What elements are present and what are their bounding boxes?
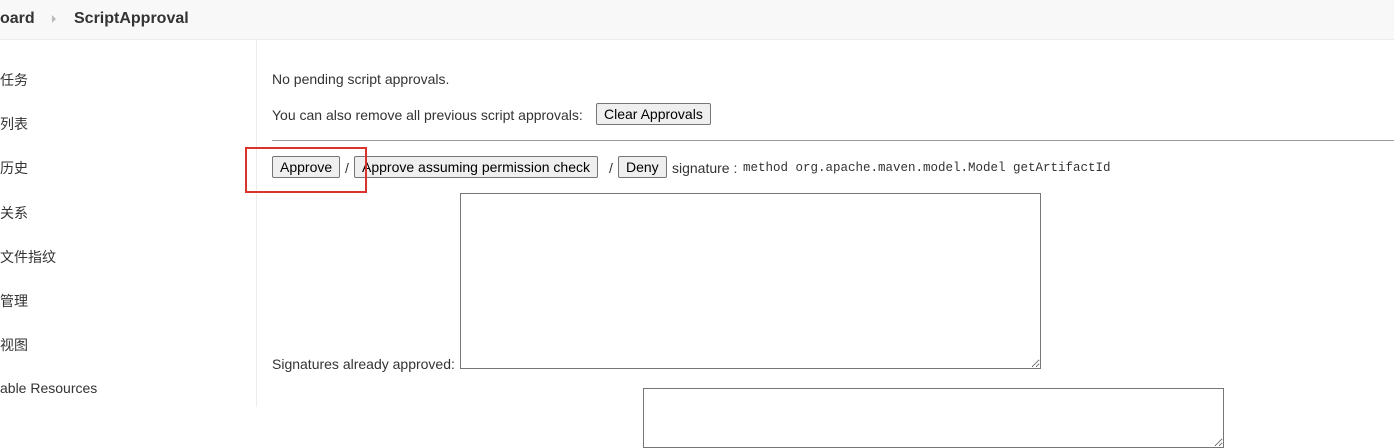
- sidebar-item-tasks[interactable]: 任务: [0, 70, 28, 90]
- sidebar-item-manage[interactable]: 管理: [0, 291, 28, 311]
- sidebar-item-views[interactable]: 视图: [0, 335, 28, 355]
- sidebar-item-resources[interactable]: able Resources: [0, 380, 97, 396]
- remove-approvals-text: You can also remove all previous script …: [272, 107, 583, 123]
- chevron-right-icon: [52, 15, 56, 23]
- clear-approvals-button[interactable]: Clear Approvals: [596, 103, 711, 125]
- signature-label: signature :: [672, 160, 738, 176]
- sidebar-item-relations[interactable]: 关系: [0, 203, 28, 223]
- divider: [272, 140, 1394, 141]
- sidebar-item-history[interactable]: 历史: [0, 158, 28, 178]
- approve-button[interactable]: Approve: [272, 156, 341, 178]
- signatures-approved-label: Signatures already approved:: [272, 356, 455, 372]
- approved-signatures-textarea[interactable]: [460, 193, 1041, 369]
- approve-assuming-permission-button[interactable]: Approve assuming permission check: [354, 156, 598, 178]
- separator-slash: /: [609, 160, 613, 176]
- sidebar-item-fingerprint[interactable]: 文件指纹: [0, 247, 56, 267]
- separator-slash: /: [345, 160, 349, 176]
- breadcrumb-bar: oard ScriptApproval: [0, 0, 1394, 40]
- sidebar: 任务 列表 历史 关系 文件指纹 管理 视图 able Resources: [0, 40, 257, 407]
- signature-value: method org.apache.maven.model.Model getA…: [743, 161, 1111, 175]
- deny-button[interactable]: Deny: [618, 156, 667, 178]
- second-textarea[interactable]: [643, 388, 1224, 448]
- sidebar-item-list[interactable]: 列表: [0, 114, 28, 134]
- breadcrumb-dashboard-link[interactable]: oard: [0, 10, 35, 28]
- main-content: No pending script approvals. You can als…: [272, 40, 1394, 448]
- no-pending-text: No pending script approvals.: [272, 71, 450, 87]
- breadcrumb-script-approval[interactable]: ScriptApproval: [74, 10, 189, 28]
